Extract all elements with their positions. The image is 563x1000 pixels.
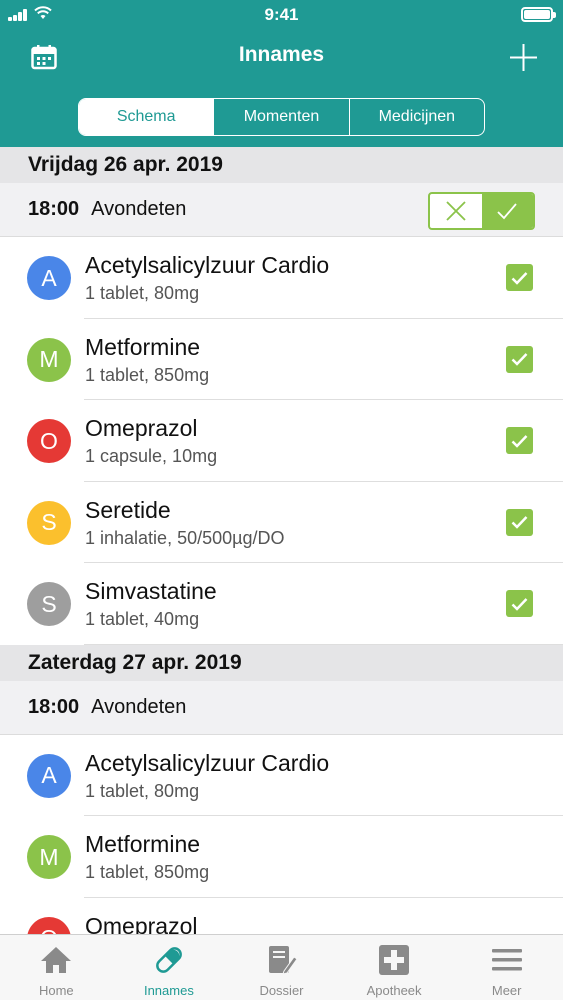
medication-dose: 1 tablet, 80mg — [85, 780, 200, 801]
pill-icon — [151, 943, 187, 977]
tab-apotheek[interactable]: Apotheek — [338, 935, 451, 1000]
medication-dose: 1 capsule, 10mg — [85, 446, 218, 466]
taken-checkbox[interactable] — [506, 590, 533, 617]
segment-momenten[interactable]: Momenten — [213, 99, 348, 135]
medication-name: Seretide — [85, 496, 171, 523]
moment-time: 18:00 — [28, 198, 80, 220]
day-header: Vrijdag 26 apr. 2019 — [0, 147, 563, 183]
home-icon — [38, 943, 74, 977]
medication-name: Metformine — [85, 831, 201, 857]
tab-bar: Home Innames Dossier Apotheek Meer — [0, 934, 563, 1000]
add-icon[interactable] — [510, 44, 537, 71]
medication-row[interactable]: A Acetylsalicylzuur Cardio 1 tablet, 80m… — [0, 734, 563, 816]
checkmark-icon — [511, 434, 528, 448]
tab-dossier[interactable]: Dossier — [225, 935, 338, 1000]
medication-avatar: O — [27, 916, 71, 934]
moment-row: 18:00 Avondeten — [0, 680, 563, 735]
medication-avatar: O — [27, 419, 71, 463]
medication-name: Omeprazol — [85, 912, 198, 935]
medication-name: Acetylsalicylzuur Cardio — [85, 749, 330, 776]
battery-icon — [521, 7, 556, 22]
medication-dose: 1 inhalatie, 50/500µg/DO — [85, 527, 285, 548]
checkmark-icon — [497, 203, 517, 220]
cross-icon — [446, 201, 466, 221]
tab-label: Dossier — [259, 983, 304, 998]
moment-row: 18:00 Avondeten — [0, 183, 563, 237]
medication-avatar: M — [27, 835, 71, 879]
medication-row[interactable]: O Omeprazol 1 capsule, 10mg — [0, 400, 563, 482]
moment-time: 18:00 — [28, 695, 80, 718]
view-segmented-control: Schema Momenten Medicijnen — [78, 98, 485, 136]
schedule-list[interactable]: Vrijdag 26 apr. 2019 18:00 Avondeten A A… — [0, 147, 563, 934]
taken-checkbox[interactable] — [506, 345, 533, 373]
medication-avatar: S — [27, 500, 71, 545]
segment-schema[interactable]: Schema — [79, 99, 214, 135]
medication-name: Metformine — [85, 333, 201, 360]
medication-avatar: S — [27, 582, 71, 626]
medication-row[interactable]: M Metformine 1 tablet, 850mg — [0, 318, 563, 400]
medication-dose: 1 tablet, 850mg — [85, 862, 210, 882]
medication-avatar: M — [27, 337, 71, 382]
tab-home[interactable]: Home — [0, 935, 113, 1000]
pharmacy-cross-icon — [376, 943, 412, 977]
moment-intake-toggle — [428, 192, 535, 230]
checkmark-icon — [511, 271, 528, 285]
medication-name: Acetylsalicylzuur Cardio — [85, 252, 330, 278]
segment-medicijnen[interactable]: Medicijnen — [348, 99, 484, 135]
medication-row[interactable]: A Acetylsalicylzuur Cardio 1 tablet, 80m… — [0, 237, 563, 319]
status-time: 9:41 — [264, 5, 299, 24]
menu-icon — [489, 943, 525, 977]
medication-row[interactable]: S Seretide 1 inhalatie, 50/500µg/DO — [0, 481, 563, 563]
app-header: 9:41 Innames Schema Momenten Medicijnen — [0, 0, 563, 147]
medication-row[interactable]: M Metformine 1 tablet, 850mg — [0, 816, 563, 898]
medication-row[interactable]: O Omeprazol — [0, 897, 563, 935]
taken-checkbox[interactable] — [506, 427, 533, 454]
medication-avatar: A — [27, 753, 71, 798]
checkmark-icon — [511, 353, 528, 366]
tab-label: Innames — [143, 983, 194, 998]
taken-checkbox[interactable] — [506, 508, 533, 536]
moment-label: Avondeten — [91, 198, 187, 220]
medication-name: Omeprazol — [85, 415, 198, 441]
medication-row[interactable]: S Simvastatine 1 tablet, 40mg — [0, 563, 563, 645]
taken-checkbox[interactable] — [506, 264, 533, 291]
medication-avatar: A — [27, 256, 71, 300]
dossier-icon — [263, 943, 299, 977]
medication-dose: 1 tablet, 850mg — [85, 364, 210, 385]
medication-name: Simvastatine — [85, 578, 217, 604]
tab-label: Meer — [491, 983, 522, 998]
tab-innames[interactable]: Innames — [113, 935, 226, 1000]
page-title: Innames — [238, 43, 325, 66]
medication-dose: 1 tablet, 40mg — [85, 609, 200, 629]
mark-all-taken-button[interactable] — [481, 194, 533, 228]
checkmark-icon — [511, 516, 528, 529]
moment-label: Avondeten — [91, 695, 187, 718]
tab-label: Home — [38, 983, 74, 998]
tab-meer[interactable]: Meer — [450, 935, 563, 1000]
checkmark-icon — [511, 597, 528, 611]
medication-dose: 1 tablet, 80mg — [85, 283, 200, 303]
mark-not-taken-button[interactable] — [430, 194, 482, 228]
status-bar: 9:41 — [0, 0, 563, 30]
tab-label: Apotheek — [366, 983, 422, 998]
day-header: Zaterdag 27 apr. 2019 — [0, 644, 563, 681]
